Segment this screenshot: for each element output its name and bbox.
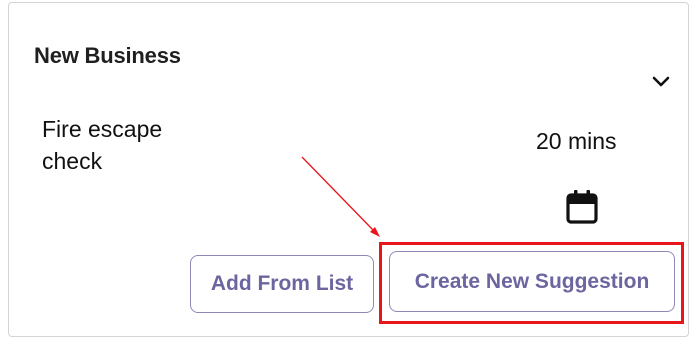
chevron-down-icon[interactable] xyxy=(652,76,670,88)
task-duration: 20 mins xyxy=(536,128,617,154)
calendar-icon[interactable] xyxy=(565,189,599,225)
task-name: Fire escape check xyxy=(42,116,163,174)
create-new-suggestion-button[interactable]: Create New Suggestion xyxy=(389,251,675,312)
add-from-list-button[interactable]: Add From List xyxy=(190,255,374,313)
card-title: New Business xyxy=(34,43,181,68)
